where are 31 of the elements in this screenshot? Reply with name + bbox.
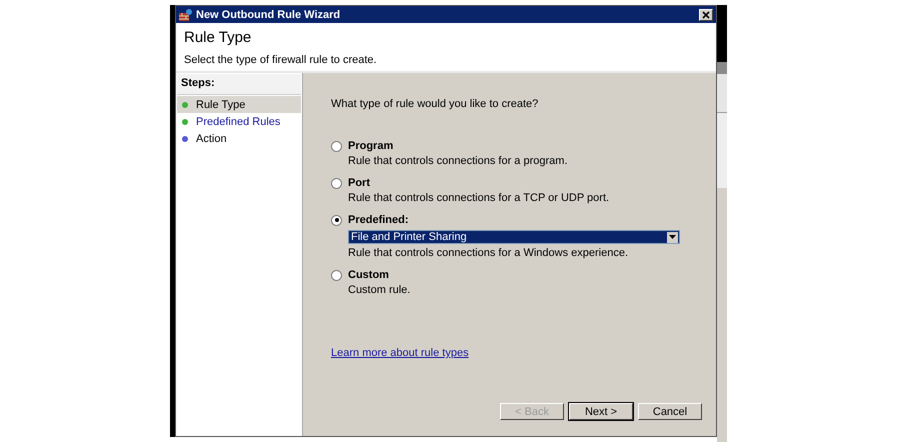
step-item[interactable]: Predefined Rules <box>177 113 301 130</box>
option-label[interactable]: Program <box>348 140 394 152</box>
option-description: Rule that controls connections for a Windows experience. <box>348 247 630 259</box>
radio-button[interactable] <box>331 140 342 152</box>
option-label[interactable]: Port <box>348 177 370 189</box>
help-link[interactable]: Learn more about rule types <box>331 347 469 359</box>
radio-button[interactable] <box>331 270 342 280</box>
window-title: New Outbound Rule Wizard <box>196 8 342 20</box>
firewall-icon <box>179 8 192 20</box>
question-text: What type of rule would you like to create? <box>331 98 540 110</box>
steps-heading: Steps: <box>177 74 301 95</box>
step-label: Rule Type <box>196 98 246 110</box>
option-label[interactable]: Predefined: <box>348 214 409 226</box>
predefined-dropdown[interactable]: File and Printer Sharing <box>348 230 680 244</box>
wizard-button[interactable]: Cancel <box>638 403 702 420</box>
page-subtitle: Select the type of firewall rule to create. <box>184 54 378 66</box>
option-label[interactable]: Custom <box>348 269 389 281</box>
step-label: Action <box>196 132 227 144</box>
radio-button[interactable] <box>331 214 342 226</box>
option-description: Custom rule. <box>348 284 412 296</box>
wizard-button[interactable]: Next > <box>569 403 633 420</box>
option-description: Rule that controls connections for a program. <box>348 155 569 167</box>
step-item[interactable]: Action <box>177 130 301 147</box>
close-button[interactable] <box>699 8 713 20</box>
step-label: Predefined Rules <box>196 116 280 128</box>
page-title: Rule Type <box>184 29 252 46</box>
step-item[interactable]: Rule Type <box>177 96 301 113</box>
option-description: Rule that controls connections for a TCP or UDP port. <box>348 192 610 204</box>
caret-icon <box>669 235 676 239</box>
close-icon <box>702 10 710 18</box>
radio-button[interactable] <box>331 178 342 188</box>
